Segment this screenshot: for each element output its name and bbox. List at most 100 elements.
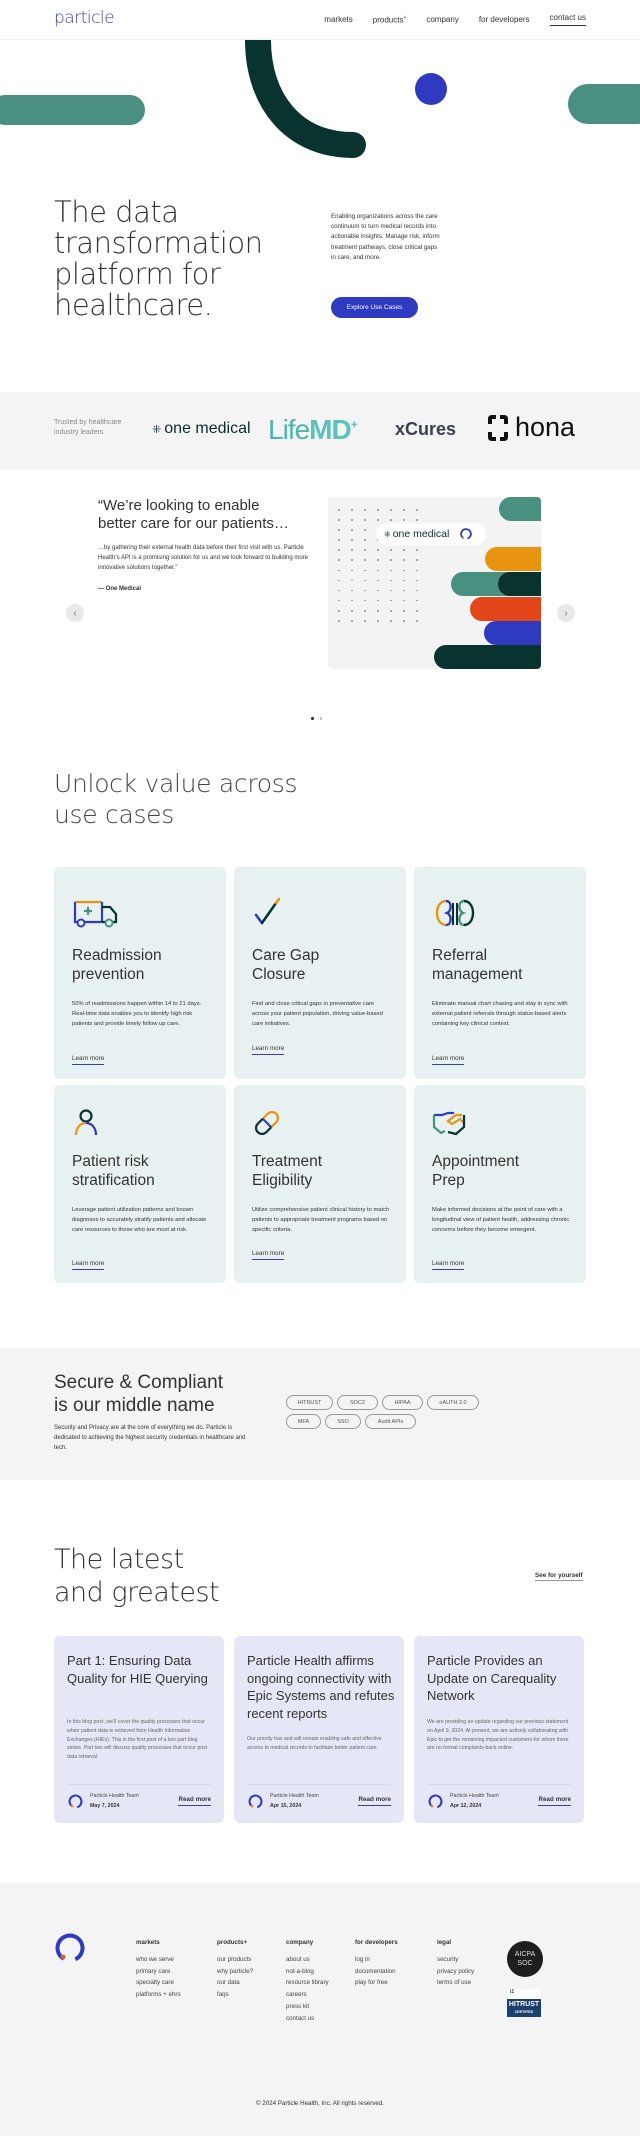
pattern-dot: [403, 509, 405, 511]
footer-link[interactable]: about us: [286, 1954, 329, 1966]
footer-link[interactable]: log in: [355, 1954, 398, 1966]
lifemd-wordmark-b: MD: [309, 414, 352, 445]
compliance-badges: HITRUST SOC2 HIPAA oAUTH 2.0 MFA SSO Aud…: [286, 1395, 516, 1429]
footer-link[interactable]: contact us: [286, 2013, 329, 2025]
blog-card[interactable]: Particle Provides an Update on Carequali…: [414, 1636, 584, 1823]
carousel-next-button[interactable]: ›: [557, 604, 575, 622]
footer-link[interactable]: careers: [286, 1989, 329, 2001]
footer-link[interactable]: faqs: [217, 1989, 253, 2001]
footer-link[interactable]: terms of use: [437, 1977, 474, 1989]
footer-link[interactable]: documentation: [355, 1966, 398, 1978]
footer-link[interactable]: specialty care: [136, 1977, 181, 1989]
pattern-dot: [416, 519, 418, 521]
blog-date: Apr 12, 2024: [450, 1803, 482, 1809]
hona-logo: hona: [487, 412, 575, 443]
carousel-prev-button[interactable]: ‹: [66, 604, 84, 622]
learn-more-link[interactable]: Learn more: [72, 1055, 105, 1065]
read-more-link[interactable]: Read more: [358, 1796, 391, 1806]
one-medical-mark-icon: ⁜: [384, 529, 391, 539]
pill-icon: [255, 1111, 279, 1135]
read-more-link[interactable]: Read more: [538, 1796, 571, 1806]
footer-link[interactable]: resource library: [286, 1977, 329, 1989]
nav-markets[interactable]: markets: [324, 15, 352, 26]
pattern-dot: [416, 579, 418, 582]
one-medical-chip-label: one medical: [392, 528, 450, 540]
footer-link[interactable]: who we serve: [136, 1954, 181, 1966]
footer-link[interactable]: why particle?: [217, 1966, 253, 1978]
explore-use-cases-button[interactable]: Explore Use Cases: [331, 297, 418, 318]
pattern-dot: [338, 519, 340, 521]
blog-title[interactable]: Particle Provides an Update on Carequali…: [427, 1652, 577, 1705]
security-description: Security and Privacy are at the core of …: [54, 1425, 246, 1451]
nav-for-developers[interactable]: for developers: [479, 15, 530, 26]
security-section: Secure & Compliant is our middle name Se…: [0, 1348, 640, 1480]
footer-link[interactable]: platforms + ehrs: [136, 1989, 181, 2001]
nav-products-label: products: [372, 15, 404, 25]
nav-products[interactable]: products+: [373, 15, 407, 26]
pattern-dot: [364, 620, 366, 622]
decorative-teal-pill-right: [568, 84, 640, 124]
footer-link[interactable]: security: [437, 1954, 474, 1966]
pattern-dot: [338, 609, 340, 612]
hitrust-badge-title: HITRUST: [508, 2001, 540, 2008]
read-more-link[interactable]: Read more: [178, 1796, 211, 1806]
footer-link[interactable]: our data: [217, 1977, 253, 1989]
use-case-title-line: Referral: [432, 947, 488, 964]
blog-author: Particle Health Team May 7, 2024: [67, 1791, 139, 1811]
learn-more-link[interactable]: Learn more: [72, 1260, 105, 1270]
pattern-dot: [377, 589, 379, 592]
blog-card[interactable]: Part 1: Ensuring Data Quality for HIE Qu…: [54, 1636, 224, 1823]
footer-link[interactable]: our products: [217, 1954, 253, 1966]
one-medical-logo: ⁜ one medical: [152, 420, 251, 438]
use-case-card-patient-risk: Patient risk stratification Leverage pati…: [54, 1085, 226, 1283]
decorative-bar-dark: [498, 572, 541, 596]
learn-more-link[interactable]: Learn more: [252, 1250, 285, 1260]
pattern-dot: [351, 569, 353, 572]
pattern-dot: [416, 599, 418, 602]
use-case-title-line: Appointment: [432, 1153, 520, 1170]
learn-more-link[interactable]: Learn more: [432, 1260, 465, 1270]
use-case-title: Patient risk stratification: [72, 1153, 155, 1190]
learn-more-link[interactable]: Learn more: [432, 1055, 465, 1065]
see-for-yourself-link[interactable]: See for yourself: [535, 1572, 583, 1581]
carousel-page-dot[interactable]: [319, 717, 322, 720]
use-case-body: Make informed decisions at the point of …: [432, 1207, 570, 1233]
footer-link[interactable]: not-a-blog: [286, 1966, 329, 1978]
blog-divider: [67, 1784, 211, 1785]
aicpa-badge-line: SOC: [517, 1960, 533, 1967]
pattern-dot: [364, 599, 366, 602]
pattern-dot: [351, 519, 353, 521]
one-medical-chip: ⁜ one medical: [376, 523, 486, 545]
footer-link[interactable]: press kit: [286, 2001, 329, 2013]
pattern-dot: [377, 509, 379, 511]
blog-title[interactable]: Part 1: Ensuring Data Quality for HIE Qu…: [67, 1652, 217, 1687]
carousel-page-dot[interactable]: [311, 717, 314, 720]
use-case-title: Readmission prevention: [72, 947, 162, 984]
pattern-dot: [351, 559, 353, 562]
lifemd-logo: LifeMD+: [268, 414, 358, 446]
particle-logo[interactable]: particle: [54, 8, 115, 28]
particle-footer-logo-icon[interactable]: [54, 1932, 86, 1964]
blog-excerpt: We are providing an update regarding our…: [427, 1719, 569, 1752]
blog-author: Particle Health Team Apr 12, 2024: [427, 1791, 499, 1811]
blog-title[interactable]: Particle Health affirms ongoing connecti…: [247, 1652, 397, 1722]
footer-link[interactable]: play for free: [355, 1977, 398, 1989]
hitrust-badge-top: i1: [507, 1989, 541, 1999]
decorative-teal-pill-left: [0, 95, 145, 125]
pattern-dot: [390, 509, 392, 511]
latest-title: The latest and greatest: [54, 1543, 220, 1609]
badge-sso: SSO: [325, 1414, 361, 1429]
pattern-dot: [351, 529, 353, 531]
hero-description: Enabling organizations across the care c…: [331, 213, 440, 261]
footer-link[interactable]: primary care: [136, 1966, 181, 1978]
blog-card[interactable]: Particle Health affirms ongoing connecti…: [234, 1636, 404, 1823]
pattern-dot: [403, 579, 405, 582]
pattern-dot: [338, 599, 340, 602]
learn-more-link[interactable]: Learn more: [252, 1045, 285, 1055]
nav-contact-us[interactable]: contact us: [549, 13, 586, 26]
nav-company[interactable]: company: [426, 15, 458, 26]
footer-link[interactable]: privacy policy: [437, 1966, 474, 1978]
use-case-title-line: Patient risk: [72, 1153, 149, 1170]
testimonial-body: …by gathering their external health data…: [98, 545, 308, 571]
pattern-dot: [351, 539, 353, 541]
